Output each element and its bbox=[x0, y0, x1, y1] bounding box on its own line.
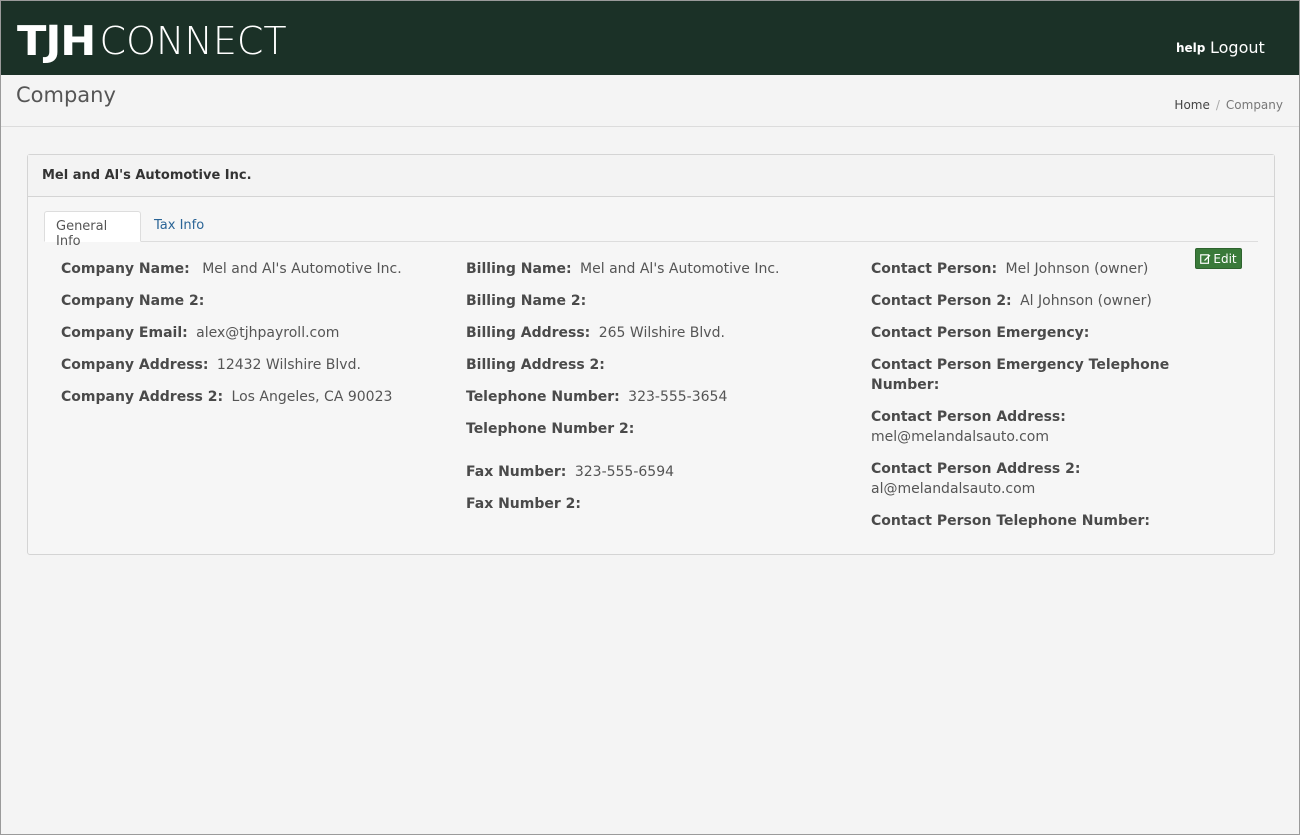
contact-phone-label: Contact Person Telephone Number: bbox=[871, 513, 1151, 529]
contact-address-2-value: al@melandalsauto.com bbox=[871, 481, 1036, 497]
company-name-value: Mel and Al's Automotive Inc. bbox=[202, 261, 402, 277]
company-email-field: Company Email: alex@tjhpayroll.com bbox=[61, 323, 339, 343]
breadcrumb-separator: / bbox=[1215, 98, 1220, 112]
contact-emergency-label: Contact Person Emergency: bbox=[871, 325, 1090, 341]
tjh-connect-logo[interactable]: TJH CONNECT bbox=[17, 17, 287, 65]
logo-thin-text: CONNECT bbox=[99, 19, 287, 63]
contact-address-label: Contact Person Address: bbox=[871, 409, 1066, 425]
tab-tax-info[interactable]: Tax Info bbox=[143, 211, 215, 242]
company-address-2-label: Company Address 2: bbox=[61, 389, 224, 405]
contact-person-value: Mel Johnson (owner) bbox=[1005, 261, 1149, 277]
edit-button[interactable]: Edit bbox=[1195, 248, 1242, 269]
company-panel: Mel and Al's Automotive Inc. General Inf… bbox=[27, 154, 1275, 555]
logout-link[interactable]: Logout bbox=[1210, 38, 1265, 57]
telephone-number-label: Telephone Number: bbox=[466, 389, 620, 405]
company-address-2-value: Los Angeles, CA 90023 bbox=[231, 389, 393, 405]
contact-address-field: Contact Person Address: mel@melandalsaut… bbox=[871, 407, 1171, 447]
tab-general-info[interactable]: General Info bbox=[44, 211, 141, 249]
company-address-label: Company Address: bbox=[61, 357, 209, 373]
contact-phone-field: Contact Person Telephone Number: bbox=[871, 511, 1171, 531]
company-name-2-field: Company Name 2: bbox=[61, 291, 208, 311]
page-header: Company Home / Company bbox=[1, 75, 1299, 127]
logo-bold-text: TJH bbox=[17, 17, 96, 65]
company-name-label: Company Name: bbox=[61, 261, 190, 277]
company-address-value: 12432 Wilshire Blvd. bbox=[216, 357, 361, 373]
contact-person-2-field: Contact Person 2: Al Johnson (owner) bbox=[871, 291, 1152, 311]
contact-emergency-phone-label: Contact Person Emergency Telephone Numbe… bbox=[871, 357, 1170, 393]
fax-number-label: Fax Number: bbox=[466, 464, 567, 480]
breadcrumb: Home / Company bbox=[1174, 98, 1283, 112]
breadcrumb-current: Company bbox=[1225, 98, 1283, 112]
billing-name-2-label: Billing Name 2: bbox=[466, 293, 587, 309]
telephone-number-value: 323-555-3654 bbox=[628, 389, 728, 405]
contact-person-field: Contact Person: Mel Johnson (owner) bbox=[871, 259, 1148, 279]
contact-person-label: Contact Person: bbox=[871, 261, 998, 277]
billing-name-field: Billing Name: Mel and Al's Automotive In… bbox=[466, 259, 780, 279]
fax-number-value: 323-555-6594 bbox=[574, 464, 675, 480]
billing-address-2-field: Billing Address 2: bbox=[466, 355, 609, 375]
tab-bar: General Info Tax Info bbox=[44, 211, 1258, 249]
fax-number-2-field: Fax Number 2: bbox=[466, 494, 585, 514]
billing-name-label: Billing Name: bbox=[466, 261, 572, 277]
telephone-number-2-label: Telephone Number 2: bbox=[466, 421, 635, 437]
company-name-2-label: Company Name 2: bbox=[61, 293, 205, 309]
billing-name-value: Mel and Al's Automotive Inc. bbox=[580, 261, 780, 277]
company-address-2-field: Company Address 2: Los Angeles, CA 90023 bbox=[61, 387, 392, 407]
contact-address-2-field: Contact Person Address 2: al@melandalsau… bbox=[871, 459, 1171, 499]
billing-address-2-label: Billing Address 2: bbox=[466, 357, 605, 373]
top-navbar: TJH CONNECT help Logout bbox=[1, 1, 1299, 75]
fax-number-2-label: Fax Number 2: bbox=[466, 496, 582, 512]
panel-heading: Mel and Al's Automotive Inc. bbox=[28, 155, 1274, 197]
telephone-number-2-field: Telephone Number 2: bbox=[466, 419, 638, 439]
contact-address-2-label: Contact Person Address 2: bbox=[871, 461, 1081, 477]
company-email-label: Company Email: bbox=[61, 325, 188, 341]
page-title: Company bbox=[16, 83, 116, 107]
fax-number-field: Fax Number: 323-555-6594 bbox=[466, 462, 674, 482]
contact-emergency-phone-field: Contact Person Emergency Telephone Numbe… bbox=[871, 355, 1171, 395]
edit-button-label: Edit bbox=[1213, 251, 1237, 266]
contact-person-2-label: Contact Person 2: bbox=[871, 293, 1012, 309]
help-link[interactable]: help bbox=[1176, 41, 1205, 55]
contact-person-2-value: Al Johnson (owner) bbox=[1020, 293, 1152, 309]
breadcrumb-home-link[interactable]: Home bbox=[1174, 98, 1209, 112]
billing-address-value: 265 Wilshire Blvd. bbox=[598, 325, 725, 341]
billing-address-label: Billing Address: bbox=[466, 325, 591, 341]
company-email-value: alex@tjhpayroll.com bbox=[196, 325, 340, 341]
contact-emergency-field: Contact Person Emergency: bbox=[871, 323, 1093, 343]
contact-address-value: mel@melandalsauto.com bbox=[871, 429, 1049, 445]
billing-name-2-field: Billing Name 2: bbox=[466, 291, 590, 311]
billing-address-field: Billing Address: 265 Wilshire Blvd. bbox=[466, 323, 725, 343]
telephone-number-field: Telephone Number: 323-555-3654 bbox=[466, 387, 727, 407]
company-address-field: Company Address: 12432 Wilshire Blvd. bbox=[61, 355, 361, 375]
company-name-field: Company Name: Mel and Al's Automotive In… bbox=[61, 259, 402, 279]
edit-icon bbox=[1200, 254, 1211, 264]
